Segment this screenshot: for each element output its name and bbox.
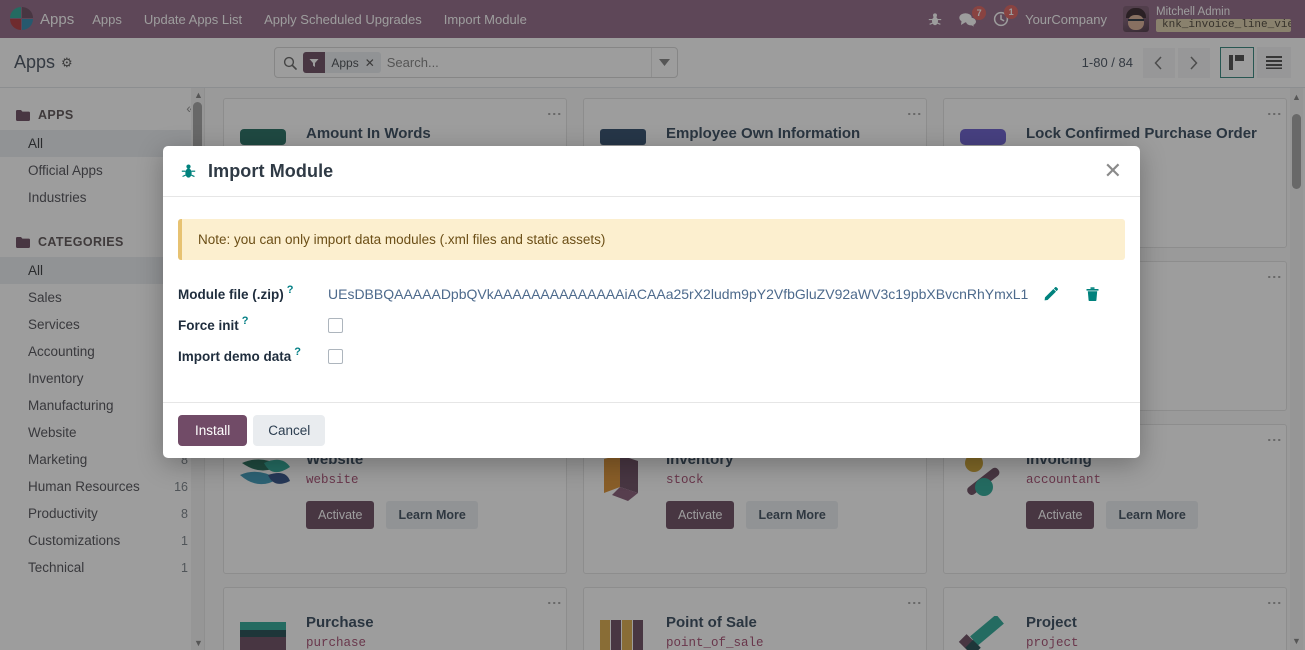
- force-init-label-text: Force init: [178, 318, 239, 333]
- form-row-force-init: Force init ?: [178, 316, 1125, 334]
- form-row-import-demo-data: Import demo data ?: [178, 347, 1125, 365]
- module-file-value: UEsDBBQAAAAADpbQVkAAAAAAAAAAAAAAiACAAa25…: [328, 286, 1099, 302]
- import-note-alert: Note: you can only import data modules (…: [178, 219, 1125, 260]
- import-form: Module file (.zip) ? UEsDBBQAAAAADpbQVkA…: [178, 284, 1125, 365]
- import-demo-data-value: [328, 349, 343, 364]
- close-icon[interactable]: ✕: [1104, 160, 1122, 182]
- module-file-name[interactable]: UEsDBBQAAAAADpbQVkAAAAAAAAAAAAAAiACAAa25…: [328, 286, 1028, 302]
- bug-icon: [181, 163, 196, 180]
- trash-icon[interactable]: [1086, 287, 1099, 301]
- import-demo-data-checkbox[interactable]: [328, 349, 343, 364]
- import-demo-data-label: Import demo data ?: [178, 347, 328, 365]
- dialog-body: Note: you can only import data modules (…: [163, 197, 1140, 402]
- help-icon[interactable]: ?: [242, 316, 249, 327]
- dialog-footer: Install Cancel: [163, 402, 1140, 458]
- import-note-text: Note: you can only import data modules (…: [198, 232, 606, 247]
- form-row-module-file: Module file (.zip) ? UEsDBBQAAAAADpbQVkA…: [178, 284, 1125, 302]
- help-icon[interactable]: ?: [294, 347, 301, 358]
- pencil-icon[interactable]: [1044, 287, 1059, 301]
- force-init-value: [328, 318, 343, 333]
- cancel-button[interactable]: Cancel: [253, 415, 326, 446]
- app-root: Apps Apps Update Apps List Apply Schedul…: [0, 0, 1305, 650]
- force-init-checkbox[interactable]: [328, 318, 343, 333]
- dialog-header: Import Module ✕: [163, 146, 1140, 197]
- dialog-title: Import Module: [208, 160, 334, 181]
- help-icon[interactable]: ?: [287, 284, 294, 296]
- force-init-label: Force init ?: [178, 316, 328, 334]
- import-module-dialog: Import Module ✕ Note: you can only impor…: [163, 146, 1140, 458]
- module-file-label: Module file (.zip) ?: [178, 284, 328, 302]
- install-button[interactable]: Install: [178, 415, 248, 446]
- import-demo-data-label-text: Import demo data: [178, 349, 292, 364]
- module-file-label-text: Module file (.zip): [178, 286, 284, 302]
